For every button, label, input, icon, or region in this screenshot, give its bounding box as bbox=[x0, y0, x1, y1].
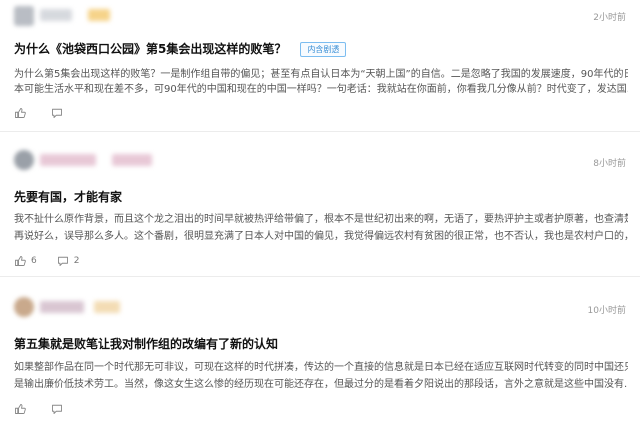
avatar[interactable] bbox=[14, 150, 34, 170]
like-button[interactable]: 6 bbox=[14, 255, 37, 267]
review-excerpt-line-1[interactable]: 我不扯什么原作背景，而且这个龙之泪出的时间早就被热评给带偏了，根本不是世纪初出来… bbox=[14, 213, 628, 227]
review-title-text[interactable]: 第五集就是败笔让我对制作组的改编有了新的认知 bbox=[14, 337, 278, 351]
review-excerpt-line-2[interactable]: 是输出廉价低技术劳工。当然，像这女生这么惨的经历现在可能还存在，但最过分的是看着… bbox=[14, 378, 628, 392]
comment-icon bbox=[52, 404, 62, 414]
thumbs-up-icon bbox=[15, 404, 26, 414]
review-title[interactable]: 先要有国，才能有家 bbox=[14, 188, 122, 205]
review-title-text[interactable]: 先要有国，才能有家 bbox=[14, 190, 122, 204]
avatar[interactable] bbox=[14, 297, 34, 317]
like-button[interactable] bbox=[14, 107, 31, 119]
comment-button[interactable] bbox=[51, 403, 68, 415]
review-card-3: 10小时前 第五集就是败笔让我对制作组的改编有了新的认知 如果整部作品在同一个时… bbox=[0, 277, 640, 424]
thumbs-up-icon bbox=[15, 108, 26, 118]
review-excerpt-line-1[interactable]: 为什么第5集会出现这样的败笔？一是制作组自带的偏见；甚至有点自认日本为“天朝上国… bbox=[14, 68, 628, 82]
review-card-1: 2小时前 为什么《池袋西口公园》第5集会出现这样的败笔？ 内含剧透 为什么第5集会… bbox=[0, 0, 640, 130]
user-badge-blurred bbox=[112, 154, 152, 166]
thumbs-up-icon bbox=[15, 256, 26, 266]
like-count: 6 bbox=[31, 256, 37, 266]
post-time: 8小时前 bbox=[593, 159, 626, 169]
review-excerpt-line-2[interactable]: 再说好么，误导那么多人。这个番剧，很明显充满了日本人对中国的偏见，我觉得偏远农村… bbox=[14, 230, 628, 244]
avatar[interactable] bbox=[14, 6, 34, 26]
review-card-2: 8小时前 先要有国，才能有家 我不扯什么原作背景，而且这个龙之泪出的时间早就被热… bbox=[0, 132, 640, 272]
user-badge-blurred bbox=[94, 301, 120, 313]
review-excerpt-line-2[interactable]: 本可能生活水平和现在差不多，可90年代的中国和现在的中国一样吗？一句老话：我就站… bbox=[14, 83, 628, 97]
spoiler-tag: 内含剧透 bbox=[300, 42, 347, 57]
review-actions bbox=[14, 403, 88, 415]
comment-button[interactable] bbox=[51, 107, 68, 119]
user-badge-blurred bbox=[88, 9, 110, 21]
like-button[interactable] bbox=[14, 403, 31, 415]
username-blurred[interactable] bbox=[40, 301, 84, 313]
review-actions: 6 2 bbox=[14, 255, 99, 267]
review-title[interactable]: 为什么《池袋西口公园》第5集会出现这样的败笔？ 内含剧透 bbox=[14, 40, 347, 57]
post-time: 2小时前 bbox=[593, 13, 626, 23]
username-blurred[interactable] bbox=[40, 154, 96, 166]
review-excerpt-line-1[interactable]: 如果整部作品在同一个时代那无可非议，可现在这样的时代拼凑，传达的一个直接的信息就… bbox=[14, 361, 628, 375]
review-title-text[interactable]: 为什么《池袋西口公园》第5集会出现这样的败笔？ bbox=[14, 42, 286, 56]
comment-icon bbox=[57, 256, 68, 266]
review-actions bbox=[14, 107, 88, 119]
comment-button[interactable]: 2 bbox=[57, 255, 80, 267]
comment-icon bbox=[52, 108, 62, 118]
comment-count: 2 bbox=[73, 256, 80, 266]
username-blurred[interactable] bbox=[40, 9, 72, 21]
post-time: 10小时前 bbox=[587, 306, 626, 316]
review-title[interactable]: 第五集就是败笔让我对制作组的改编有了新的认知 bbox=[14, 335, 278, 352]
